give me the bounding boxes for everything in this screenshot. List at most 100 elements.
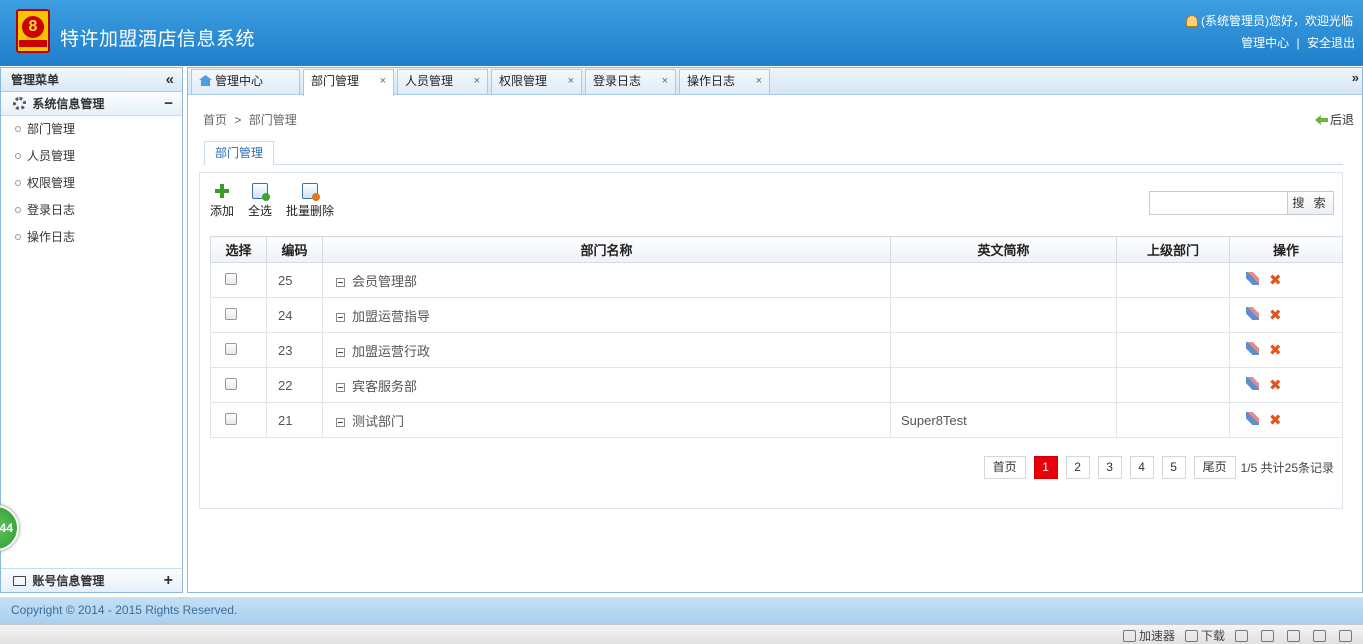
- sidebar-group-system[interactable]: 系统信息管理 −: [1, 92, 182, 116]
- close-icon[interactable]: ×: [756, 70, 762, 93]
- sidebar-item-login-log[interactable]: 登录日志: [1, 197, 182, 224]
- tab-label: 权限管理: [499, 74, 548, 88]
- floating-badge[interactable]: 44: [0, 505, 19, 551]
- main-content: 管理中心 部门管理 × 人员管理 × 权限管理 × 登录日志 × 操作日志 × …: [187, 67, 1363, 593]
- tab-personnel[interactable]: 人员管理 ×: [397, 69, 488, 94]
- tab-admin-center[interactable]: 管理中心: [191, 69, 300, 94]
- table-row: 25 会员管理部 ✖: [210, 262, 1343, 298]
- delete-icon[interactable]: ✖: [1269, 411, 1282, 429]
- user-icon: [1186, 14, 1198, 27]
- bullet-icon: [15, 153, 21, 159]
- tree-node-icon[interactable]: [336, 312, 345, 322]
- delete-icon[interactable]: ✖: [1269, 271, 1282, 289]
- tab-label: 管理中心: [215, 74, 264, 88]
- tab-department[interactable]: 部门管理 ×: [303, 69, 394, 96]
- tree-node-icon[interactable]: [336, 382, 345, 392]
- cell-parent: [1116, 367, 1230, 403]
- tree-node-icon[interactable]: [336, 277, 345, 287]
- copyright-text: Copyright © 2014 - 2015 Rights Reserved.: [11, 603, 238, 617]
- tab-more-icon[interactable]: »: [1352, 70, 1359, 85]
- sidebar-header: 管理菜单 «: [1, 68, 182, 92]
- delete-icon[interactable]: ✖: [1269, 306, 1282, 324]
- table-row: 21 测试部门 Super8Test ✖: [210, 402, 1343, 438]
- pager-page-3[interactable]: 3: [1097, 456, 1122, 479]
- edit-pencil-icon[interactable]: [1246, 377, 1259, 390]
- admin-center-link[interactable]: 管理中心: [1241, 36, 1289, 50]
- bullet-icon: [15, 234, 21, 240]
- download-button[interactable]: 下载: [1184, 627, 1225, 644]
- edit-pencil-icon[interactable]: [1246, 307, 1259, 320]
- system-title: 特许加盟酒店信息系统: [60, 29, 256, 50]
- sidebar-item-label: 操作日志: [27, 230, 76, 244]
- group-collapse-icon[interactable]: −: [164, 92, 173, 116]
- tab-label: 人员管理: [405, 74, 454, 88]
- trash-icon[interactable]: [1261, 629, 1274, 642]
- row-checkbox[interactable]: [224, 342, 237, 355]
- accelerator-button[interactable]: 加速器: [1122, 627, 1175, 644]
- cell-en: [890, 332, 1117, 368]
- group-expand-icon[interactable]: +: [164, 569, 173, 593]
- edit-pencil-icon[interactable]: [1246, 412, 1259, 425]
- close-icon[interactable]: ×: [380, 70, 386, 93]
- close-icon[interactable]: ×: [662, 70, 668, 93]
- add-button[interactable]: 添加: [210, 183, 234, 223]
- pager-page-1[interactable]: 1: [1033, 456, 1058, 479]
- tab-permissions[interactable]: 权限管理 ×: [491, 69, 582, 94]
- close-icon[interactable]: ×: [474, 70, 480, 93]
- pager-first-button[interactable]: 首页: [983, 456, 1026, 479]
- delete-icon[interactable]: ✖: [1269, 341, 1282, 359]
- cell-code: 21: [266, 402, 323, 438]
- back-button[interactable]: 后退: [1314, 111, 1354, 128]
- pager-last-button[interactable]: 尾页: [1193, 456, 1236, 479]
- content-panel: 添加 全选 批量删除 搜 索 选择 编码 部门名称 英文简称 上级部门 操作 2…: [199, 172, 1343, 509]
- pager-page-2[interactable]: 2: [1065, 456, 1090, 479]
- speaker-icon[interactable]: [1287, 629, 1300, 642]
- cell-en: Super8Test: [890, 402, 1117, 438]
- logout-link[interactable]: 安全退出: [1307, 36, 1355, 50]
- browser-status-bar: 加速器 下载: [0, 624, 1363, 644]
- toolbar: 添加 全选 批量删除: [210, 183, 334, 223]
- breadcrumb-sep: >: [234, 113, 242, 127]
- breadcrumb-home[interactable]: 首页: [203, 113, 227, 127]
- tree-node-icon[interactable]: [336, 347, 345, 357]
- row-checkbox[interactable]: [224, 307, 237, 320]
- sidebar-group-account[interactable]: 账号信息管理 +: [1, 568, 182, 592]
- header-en: 英文简称: [890, 236, 1117, 263]
- department-table: 选择 编码 部门名称 英文简称 上级部门 操作 25 会员管理部 ✖ 24 加盟…: [210, 236, 1343, 438]
- subtab-department[interactable]: 部门管理: [204, 141, 275, 165]
- pager-page-4[interactable]: 4: [1129, 456, 1154, 479]
- row-checkbox[interactable]: [224, 377, 237, 390]
- close-icon[interactable]: ×: [568, 70, 574, 93]
- row-checkbox[interactable]: [224, 412, 237, 425]
- user-greeting: (系统管理员)您好，欢迎光临: [1186, 12, 1353, 29]
- cell-code: 22: [266, 367, 323, 403]
- window-icon[interactable]: [1313, 629, 1326, 642]
- cell-parent: [1116, 297, 1230, 333]
- header-select: 选择: [210, 236, 267, 263]
- add-icon[interactable]: [1235, 629, 1248, 642]
- footer: Copyright © 2014 - 2015 Rights Reserved.: [0, 597, 1363, 624]
- row-checkbox[interactable]: [224, 272, 237, 285]
- back-arrow-icon: [1314, 115, 1328, 125]
- sidebar-collapse-icon[interactable]: «: [166, 68, 174, 92]
- sidebar-item-operation-log[interactable]: 操作日志: [1, 224, 182, 251]
- tab-operation-log[interactable]: 操作日志 ×: [679, 69, 770, 94]
- cell-name: 加盟运营行政: [352, 343, 431, 359]
- search-button[interactable]: 搜 索: [1287, 191, 1334, 215]
- sidebar-item-permissions[interactable]: 权限管理: [1, 170, 182, 197]
- download-icon: [1184, 630, 1198, 642]
- batch-delete-button[interactable]: 批量删除: [286, 183, 334, 223]
- sidebar-item-personnel[interactable]: 人员管理: [1, 143, 182, 170]
- search-input[interactable]: [1149, 191, 1288, 215]
- edit-pencil-icon[interactable]: [1246, 272, 1259, 285]
- sidebar-item-department[interactable]: 部门管理: [1, 116, 182, 143]
- header-ops: 操作: [1229, 236, 1343, 263]
- tab-login-log[interactable]: 登录日志 ×: [585, 69, 676, 94]
- pager-page-5[interactable]: 5: [1161, 456, 1186, 479]
- tree-node-icon[interactable]: [336, 417, 345, 427]
- delete-icon[interactable]: ✖: [1269, 376, 1282, 394]
- select-all-button[interactable]: 全选: [248, 183, 272, 223]
- zoom-icon[interactable]: [1339, 629, 1352, 642]
- cell-name: 会员管理部: [352, 273, 418, 289]
- edit-pencil-icon[interactable]: [1246, 342, 1259, 355]
